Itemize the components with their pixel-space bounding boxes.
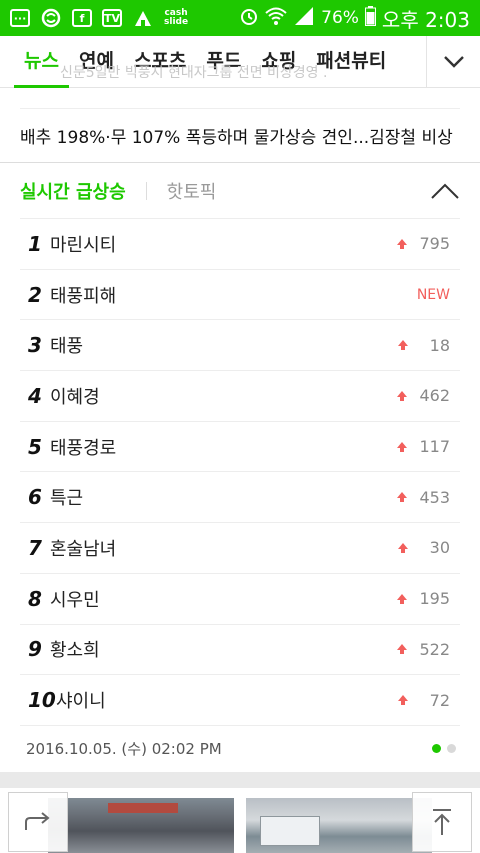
up-arrow-icon	[395, 389, 409, 403]
tv-icon: TV	[102, 9, 122, 27]
rank-number: 6	[28, 485, 42, 510]
rank-keyword: 태풍피해	[50, 285, 117, 307]
status-bar: ··· f TV cash slide 76% 오후 2:03	[0, 0, 480, 36]
alarm-icon	[239, 6, 259, 31]
chevron-down-icon	[443, 55, 464, 68]
ranking-row[interactable]: 6 특근 453	[20, 471, 460, 522]
wifi-icon	[265, 6, 287, 31]
divider	[20, 108, 460, 109]
rank-keyword: 마린시티	[50, 234, 117, 256]
tab-separator	[145, 182, 147, 200]
section-gap	[0, 772, 480, 788]
signal-icon	[293, 6, 315, 31]
rank-change: 72	[429, 690, 450, 710]
ranking-row[interactable]: 7 혼술남녀 30	[20, 522, 460, 573]
up-arrow-icon	[395, 490, 409, 504]
rank-number: 1	[28, 231, 42, 256]
rank-keyword: 특근	[50, 488, 84, 510]
rank-change: 795	[419, 234, 450, 254]
ranking-row[interactable]: 1 마린시티 795	[20, 218, 460, 269]
chevron-up-icon	[431, 183, 459, 199]
rank-number: 9	[28, 637, 42, 662]
arrow-up-icon	[433, 809, 451, 835]
rank-number: 8	[28, 586, 42, 611]
rank-change: 18	[429, 335, 450, 355]
news-thumbnail[interactable]	[48, 798, 234, 853]
rank-number: 5	[28, 434, 42, 459]
up-arrow-icon	[395, 237, 409, 251]
news-headline-link[interactable]: 배추 198%·무 107% 폭등하며 물가상승 견인...김장철 비상	[20, 110, 460, 160]
s-app-icon	[40, 8, 62, 28]
collapse-button[interactable]	[430, 176, 460, 206]
rank-number: 2	[28, 282, 42, 307]
clock: 오후 2:03	[381, 7, 470, 32]
ranking-row[interactable]: 10 샤이니 72	[20, 674, 460, 725]
page-indicator	[432, 744, 460, 753]
rank-keyword: 시우민	[50, 589, 100, 611]
rank-change: 30	[429, 538, 450, 558]
rank-change: 195	[419, 589, 450, 609]
ranking-row[interactable]: 2 태풍피해 NEW	[20, 268, 460, 320]
ranking-footer: 2016.10.05. (수) 02:02 PM	[20, 725, 460, 771]
ranking-row[interactable]: 5 태풍경로 117	[20, 420, 460, 472]
rank-change: 453	[419, 487, 450, 507]
rank-change: 462	[419, 386, 450, 406]
rank-change: 522	[419, 639, 450, 659]
ranking-row[interactable]: 4 이혜경 462	[20, 370, 460, 421]
up-arrow-icon	[395, 642, 409, 656]
rank-number: 7	[28, 535, 42, 560]
share-button[interactable]	[8, 792, 68, 852]
rank-number: 3	[28, 333, 42, 358]
rank-change: 117	[419, 437, 450, 457]
news-thumbnail[interactable]	[246, 798, 432, 853]
page-dot[interactable]	[447, 744, 456, 753]
battery-icon	[364, 5, 376, 31]
scrolled-headline-ghost: 신문5일만 빅풍시 현대자그룹 전면 비상경영 .	[60, 65, 328, 81]
rank-keyword: 혼술남녀	[50, 538, 117, 560]
scroll-top-button[interactable]	[412, 792, 472, 852]
rank-keyword: 샤이니	[56, 691, 106, 713]
ranking-row[interactable]: 9 황소희 522	[20, 623, 460, 675]
rank-number: 10	[28, 688, 56, 713]
up-arrow-icon	[396, 541, 410, 555]
rank-keyword: 태풍경로	[50, 437, 117, 459]
cashslide-icon: cash slide	[164, 8, 189, 27]
tab-hot-topic[interactable]: 핫토픽	[167, 178, 217, 204]
rank-keyword: 이혜경	[50, 386, 100, 408]
ranking-row[interactable]: 8 시우민 195	[20, 572, 460, 624]
up-arrow-icon	[395, 440, 409, 454]
ranking-row[interactable]: 3 태풍 18	[20, 319, 460, 370]
up-arrow-icon	[396, 338, 410, 352]
facebook-icon: f	[72, 9, 92, 27]
home-icon	[132, 8, 154, 28]
share-icon	[25, 812, 50, 830]
ranking-header: 실시간 급상승 핫토픽	[0, 163, 480, 219]
rank-keyword: 황소희	[50, 640, 100, 662]
rank-number: 4	[28, 383, 42, 408]
rank-keyword: 태풍	[50, 336, 84, 358]
message-icon: ···	[10, 9, 30, 27]
tab-realtime-rising[interactable]: 실시간 급상승	[20, 178, 126, 204]
up-arrow-icon	[395, 592, 409, 606]
battery-level: 76%	[321, 8, 359, 28]
ranking-list: 1 마린시티 795 2 태풍피해 NEW 3 태풍 18 4 이혜경 462 5 태풍경로 117 6 특근 4…	[20, 218, 460, 725]
up-arrow-icon	[396, 693, 410, 707]
bottom-strip	[0, 788, 480, 853]
page-dot[interactable]	[432, 744, 441, 753]
ranking-timestamp: 2016.10.05. (수) 02:02 PM	[26, 740, 222, 758]
new-badge: NEW	[416, 286, 450, 303]
tabs-expand-button[interactable]	[426, 35, 480, 88]
